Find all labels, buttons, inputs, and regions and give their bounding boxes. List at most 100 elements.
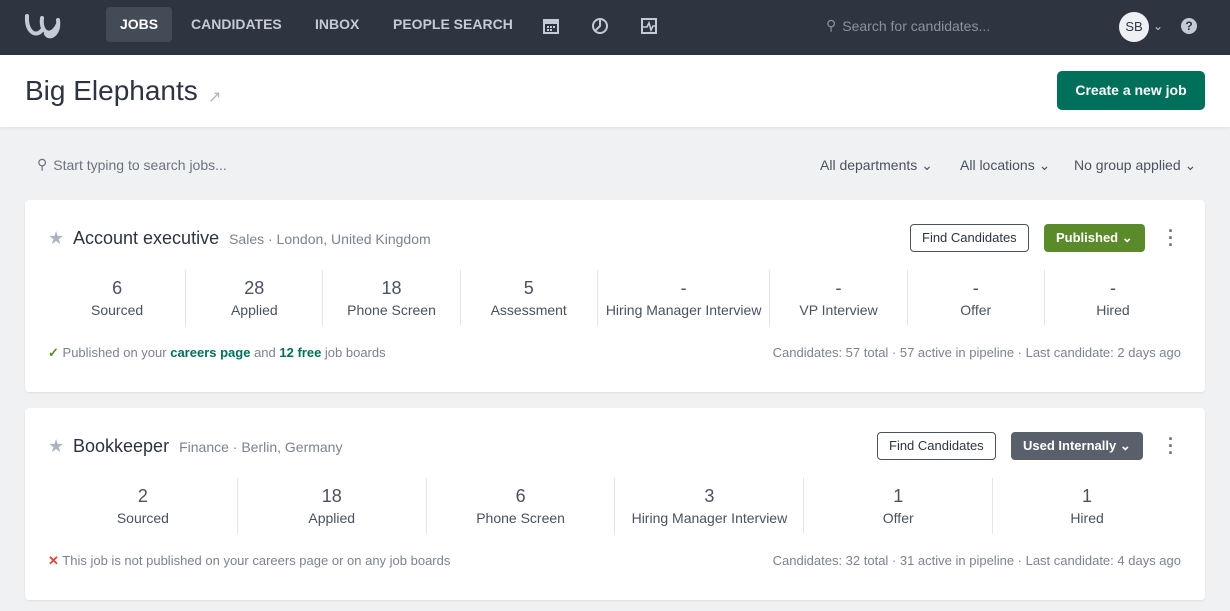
pipeline-stages: 2 Sourced 18 Applied 6 Phone Screen 3 Hiring… (49, 478, 1181, 534)
nav-inbox[interactable]: INBOX (301, 7, 373, 42)
stage-count: 6 (427, 486, 615, 507)
stage-label: Hiring Manager Interview (615, 510, 803, 526)
stage[interactable]: 1 Offer (803, 478, 992, 534)
reports-icon[interactable] (640, 17, 658, 35)
job-title[interactable]: Bookkeeper Finance · Berlin, Germany (73, 436, 342, 457)
cross-icon: ✕ (48, 553, 59, 568)
locations-dropdown[interactable]: All locations ⌄ (960, 157, 1050, 174)
stage[interactable]: - Hired (1044, 270, 1181, 326)
departments-dropdown[interactable]: All departments ⌄ (820, 157, 933, 174)
job-subtitle: Finance · Berlin, Germany (179, 439, 342, 455)
stage-label: Hired (1045, 302, 1181, 318)
stage[interactable]: 18 Phone Screen (322, 270, 459, 326)
nav-people-search[interactable]: PEOPLE SEARCH (379, 7, 527, 42)
search-icon: ⚲ (826, 17, 836, 34)
stage[interactable]: - Hiring Manager Interview (597, 270, 770, 326)
careers-page-link[interactable]: careers page (170, 345, 250, 360)
stage-label: Sourced (49, 510, 237, 526)
stage-count: 1 (804, 486, 992, 507)
publish-status: ✓ Published on your careers page and 12 … (48, 345, 386, 361)
status-dropdown[interactable]: Published ⌄ (1044, 224, 1145, 252)
search-icon: ⚲ (37, 156, 47, 173)
stage-label: Offer (908, 302, 1044, 318)
more-options-icon[interactable]: ··· (1166, 228, 1176, 249)
nav-jobs[interactable]: JOBS (106, 7, 172, 42)
stage-count: 1 (993, 486, 1181, 507)
external-link-icon[interactable]: ↗ (208, 87, 221, 107)
page-title: Big Elephants (25, 75, 198, 107)
footer-text: This job is not published on your career… (62, 553, 450, 568)
search-placeholder: Search for candidates... (842, 18, 990, 34)
locations-label: All locations (960, 157, 1035, 173)
job-card: ★ Bookkeeper Finance · Berlin, Germany Fi… (25, 408, 1205, 600)
chevron-down-icon[interactable]: ⌄ (1153, 19, 1163, 33)
candidate-stats: Candidates: 32 total · 31 active in pipe… (773, 553, 1181, 568)
check-icon: ✓ (48, 345, 59, 360)
status-label: Published (1056, 230, 1118, 245)
filters-bar: ⚲ Start typing to search jobs... All depa… (0, 127, 1230, 202)
stage[interactable]: 6 Phone Screen (426, 478, 615, 534)
top-nav: JOBS CANDIDATES INBOX PEOPLE SEARCH ⚲ Sea… (0, 0, 1230, 55)
logo-icon[interactable] (24, 12, 70, 40)
stage-label: Assessment (461, 302, 597, 318)
stage-count: - (1045, 278, 1181, 299)
departments-label: All departments (820, 157, 917, 173)
stage-label: Phone Screen (427, 510, 615, 526)
candidate-search-input[interactable]: ⚲ Search for candidates... (826, 17, 990, 34)
job-search-input[interactable]: ⚲ Start typing to search jobs... (37, 156, 227, 173)
stage-label: Phone Screen (323, 302, 459, 318)
stage[interactable]: -Offer (907, 270, 1044, 326)
nav-candidates[interactable]: CANDIDATES (177, 7, 296, 42)
job-title-text: Bookkeeper (73, 436, 169, 456)
star-icon[interactable]: ★ (48, 436, 64, 457)
stage[interactable]: 1 Hired (992, 478, 1181, 534)
find-candidates-button[interactable]: Find Candidates (877, 432, 996, 460)
footer-text: job boards (321, 345, 385, 360)
job-title[interactable]: Account executive Sales · London, United … (73, 228, 431, 249)
stage-count: 18 (323, 278, 459, 299)
stage[interactable]: 18 Applied (237, 478, 426, 534)
stage-label: Applied (238, 510, 426, 526)
star-icon[interactable]: ★ (48, 228, 64, 249)
page-header: Big Elephants ↗ Create a new job (0, 55, 1230, 127)
status-dropdown[interactable]: Used Internally ⌄ (1011, 432, 1143, 460)
stage[interactable]: 6Sourced (49, 270, 185, 326)
stage-label: Offer (804, 510, 992, 526)
help-icon[interactable]: ? (1181, 18, 1197, 34)
publish-status: ✕ This job is not published on your care… (48, 553, 450, 569)
candidate-stats: Candidates: 57 total · 57 active in pipe… (773, 345, 1181, 360)
stage[interactable]: 28Applied (185, 270, 322, 326)
stage-label: Hired (993, 510, 1181, 526)
create-job-button[interactable]: Create a new job (1057, 71, 1205, 110)
stage-count: 18 (238, 486, 426, 507)
calendar-icon[interactable] (542, 17, 560, 35)
status-label: Used Internally (1023, 438, 1116, 453)
stage-label: VP Interview (770, 302, 906, 318)
footer-text: Published on your (63, 345, 171, 360)
stage-count: - (770, 278, 906, 299)
job-boards-link[interactable]: 12 free (279, 345, 321, 360)
stage-count: 2 (49, 486, 237, 507)
pipeline-stages: 6Sourced 28Applied 18 Phone Screen 5 Asses… (49, 270, 1181, 326)
stage-count: 5 (461, 278, 597, 299)
pie-chart-icon[interactable] (591, 17, 609, 35)
group-label: No group applied (1074, 157, 1181, 173)
job-card: ★ Account executive Sales · London, Unite… (25, 200, 1205, 392)
stage[interactable]: 2 Sourced (49, 478, 237, 534)
avatar[interactable]: SB (1119, 12, 1149, 42)
stage[interactable]: 5 Assessment (460, 270, 597, 326)
job-subtitle: Sales · London, United Kingdom (229, 231, 431, 247)
stage-count: 28 (186, 278, 322, 299)
stage[interactable]: 3 Hiring Manager Interview (614, 478, 803, 534)
more-options-icon[interactable]: ··· (1166, 436, 1176, 457)
stage-label: Sourced (49, 302, 185, 318)
stage-label: Hiring Manager Interview (598, 302, 770, 318)
job-search-placeholder: Start typing to search jobs... (53, 157, 227, 173)
group-dropdown[interactable]: No group applied ⌄ (1074, 157, 1196, 174)
stage[interactable]: - VP Interview (769, 270, 906, 326)
footer-text: and (250, 345, 279, 360)
job-title-text: Account executive (73, 228, 219, 248)
stage-count: 3 (615, 486, 803, 507)
stage-count: - (598, 278, 770, 299)
find-candidates-button[interactable]: Find Candidates (910, 224, 1029, 252)
